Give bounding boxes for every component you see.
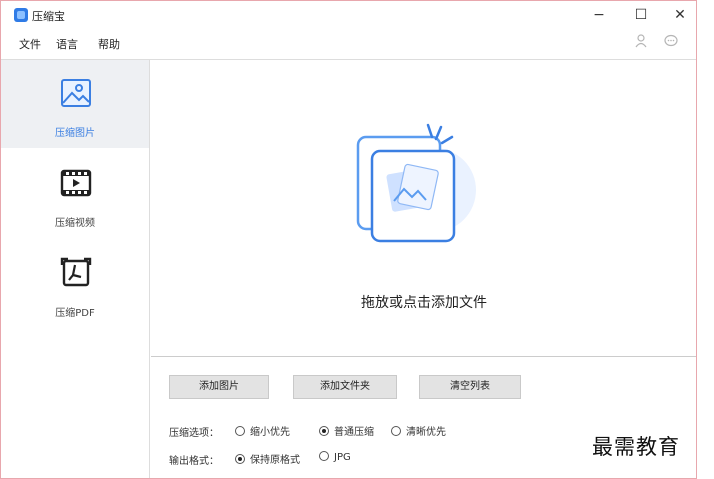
add-image-illustration-icon bbox=[346, 115, 486, 255]
maximize-button[interactable]: ☐ bbox=[630, 5, 652, 25]
menu-language[interactable]: 语言 bbox=[56, 36, 78, 52]
minimize-button[interactable]: − bbox=[588, 5, 610, 25]
radio-clarity-priority[interactable]: 清晰优先 bbox=[391, 423, 446, 439]
radio-size-priority[interactable]: 缩小优先 bbox=[235, 423, 290, 439]
radio-label: 保持原格式 bbox=[250, 455, 300, 466]
menu-help[interactable]: 帮助 bbox=[98, 36, 120, 52]
file-drop-area[interactable]: 拖放或点击添加文件 bbox=[151, 60, 696, 356]
menu-file[interactable]: 文件 bbox=[19, 36, 41, 52]
app-window: 压缩宝 − ☐ ✕ 文件 语言 帮助 压缩图片 压缩视频 压缩PDF 拖放或点击… bbox=[0, 0, 697, 479]
sidebar: 压缩图片 压缩视频 压缩PDF bbox=[1, 60, 150, 478]
drop-hint-text: 拖放或点击添加文件 bbox=[361, 295, 487, 311]
compress-options-label: 压缩选项： bbox=[169, 428, 219, 439]
add-folder-button[interactable]: 添加文件夹 bbox=[293, 375, 397, 399]
app-logo-icon bbox=[14, 8, 28, 22]
sidebar-item-compress-pdf[interactable]: 压缩PDF bbox=[1, 240, 149, 328]
watermark-text: 最需教育 bbox=[592, 435, 680, 459]
radio-label: 清晰优先 bbox=[406, 427, 446, 438]
chat-icon[interactable] bbox=[661, 33, 681, 53]
sidebar-item-label: 压缩图片 bbox=[55, 128, 95, 139]
sidebar-item-compress-image[interactable]: 压缩图片 bbox=[1, 60, 149, 148]
menu-bar: 文件 语言 帮助 bbox=[1, 32, 696, 54]
image-icon bbox=[59, 76, 93, 110]
radio-label: 缩小优先 bbox=[250, 427, 290, 438]
sidebar-item-label: 压缩视频 bbox=[55, 218, 95, 229]
drop-area-divider bbox=[151, 356, 696, 357]
clear-list-button[interactable]: 清空列表 bbox=[419, 375, 521, 399]
sidebar-item-label: 压缩PDF bbox=[55, 308, 95, 319]
user-icon[interactable] bbox=[631, 33, 651, 53]
app-title: 压缩宝 bbox=[32, 10, 65, 23]
title-bar: 压缩宝 − ☐ ✕ bbox=[1, 1, 696, 30]
video-icon bbox=[59, 166, 93, 200]
pdf-icon bbox=[59, 256, 93, 290]
add-image-button[interactable]: 添加图片 bbox=[169, 375, 269, 399]
close-button[interactable]: ✕ bbox=[669, 5, 691, 25]
radio-keep-format[interactable]: 保持原格式 bbox=[235, 451, 300, 467]
radio-label: JPG bbox=[334, 452, 351, 463]
radio-normal-compress[interactable]: 普通压缩 bbox=[319, 423, 374, 439]
radio-label: 普通压缩 bbox=[334, 427, 374, 438]
radio-jpg[interactable]: JPG bbox=[319, 451, 351, 467]
output-format-label: 输出格式： bbox=[169, 456, 219, 467]
sidebar-item-compress-video[interactable]: 压缩视频 bbox=[1, 150, 149, 238]
